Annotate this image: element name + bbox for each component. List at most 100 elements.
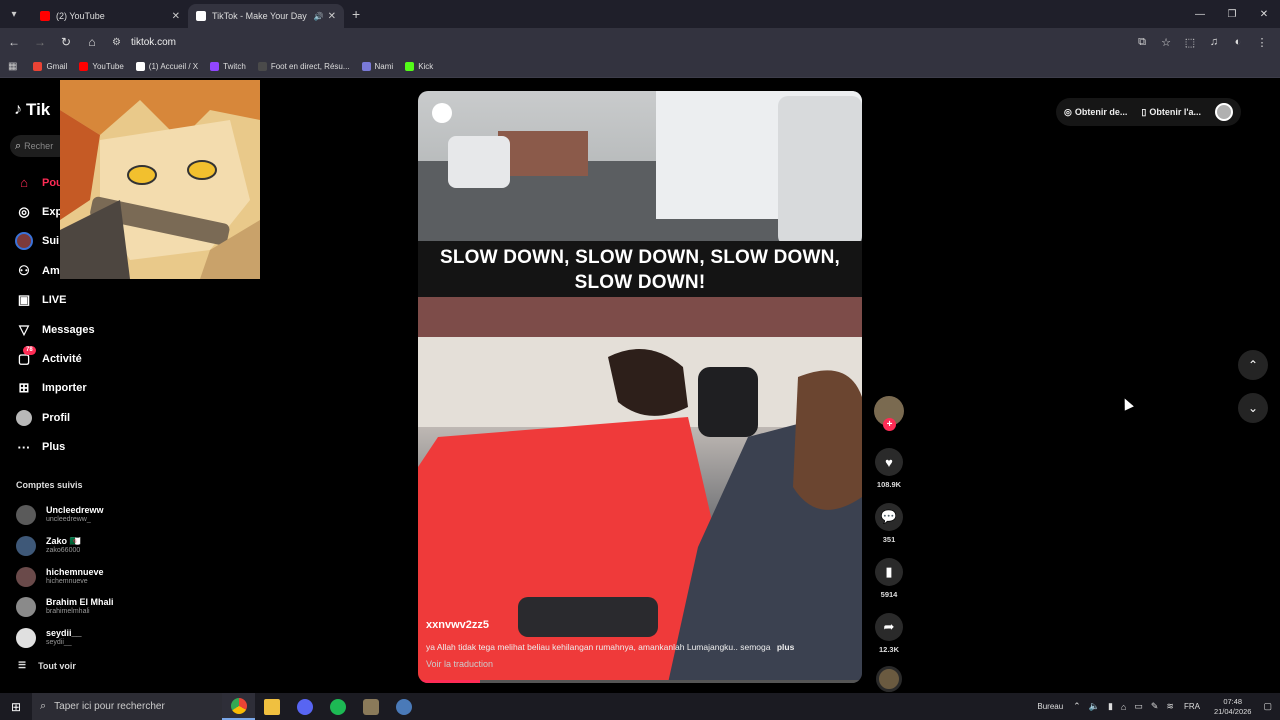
speaker-icon[interactable]: 🔊 [314, 12, 324, 21]
taskbar-spotify-icon[interactable] [321, 693, 354, 720]
video-progress-bar[interactable] [418, 680, 862, 683]
followed-account[interactable]: Uncleedreww uncleedreww_ [16, 500, 166, 531]
share-icon[interactable]: ➦ [875, 613, 903, 641]
x-icon [135, 62, 145, 71]
chevron-down-icon: ⌄ [1247, 401, 1259, 415]
see-all-button[interactable]: ☰ Tout voir [18, 660, 76, 671]
volume-icon[interactable]: 🔈 [1089, 701, 1100, 712]
translate-link[interactable]: Voir la traduction [426, 659, 493, 669]
taskbar-explorer-icon[interactable] [255, 693, 288, 720]
bookmark-twitch[interactable]: Twitch [210, 62, 246, 71]
followed-account[interactable]: Zako 🇩🇿 zako66000 [16, 531, 166, 562]
tab-search-icon[interactable]: ▾ [4, 4, 24, 24]
close-tab-icon[interactable]: ✕ [172, 11, 180, 22]
sidebar-item-importer[interactable]: ⊞ Importer [14, 374, 164, 403]
get-coins-label: Obtenir de... [1074, 107, 1128, 117]
followed-account[interactable]: hichemnueve hichemnueve [16, 561, 166, 592]
profile-icon[interactable]: ◐ [1226, 36, 1250, 48]
comment-action[interactable]: 💬 351 [872, 503, 906, 544]
back-icon[interactable]: ← [2, 30, 26, 54]
comment-count: 351 [882, 535, 896, 544]
like-count: 108.9K [876, 480, 902, 489]
bookmark-label: (1) Accueil / X [148, 62, 199, 71]
video-player[interactable]: SLOW DOWN, SLOW DOWN, SLOW DOWN, SLOW DO… [418, 91, 862, 683]
bookmark-label: Foot en direct, Résu... [270, 62, 350, 71]
extensions-icon[interactable]: ⬚ [1178, 36, 1202, 49]
taskbar-chrome-icon[interactable] [222, 693, 255, 720]
sidebar-item-live[interactable]: ▣ LIVE [14, 286, 164, 315]
install-app-icon[interactable]: ⧉ [1130, 36, 1154, 49]
bookmark-youtube[interactable]: YouTube [79, 62, 124, 71]
more-button[interactable]: plus [777, 642, 794, 652]
get-coins-button[interactable]: ◎ Obtenir de... [1064, 107, 1127, 118]
video-caption: SLOW DOWN, SLOW DOWN, SLOW DOWN, SLOW DO… [439, 247, 841, 293]
like-action[interactable]: ♥ 108.9K [872, 448, 906, 489]
see-all-label: Tout voir [38, 660, 76, 671]
pen-icon[interactable]: ✎ [1151, 701, 1159, 712]
site-info-icon[interactable]: ⚙ [112, 37, 121, 48]
tab-title: TikTok - Make Your Day [212, 11, 307, 21]
followed-account[interactable]: seydii__ seydii__ [16, 623, 166, 654]
taskbar-steam-icon[interactable] [387, 693, 420, 720]
notification-badge: 78 [23, 346, 36, 356]
tiktok-note-icon: ♪ [14, 101, 22, 118]
phone-icon: ▯ [1141, 106, 1147, 117]
wifi-icon[interactable]: ≋ [1166, 701, 1174, 712]
notification-icon[interactable]: ▢ [1263, 701, 1272, 712]
user-avatar[interactable] [1214, 103, 1233, 121]
followed-account[interactable]: Brahim El Mhali brahimelmhali [16, 592, 166, 623]
bookmark-star-icon[interactable]: ☆ [1154, 36, 1178, 49]
video-username[interactable]: xxnvwv2zz5 [426, 619, 489, 631]
windows-start-icon[interactable]: ⊞ [0, 693, 32, 720]
sidebar-item-activite[interactable]: ▢ 78 Activité [14, 344, 164, 373]
network-icon[interactable]: ⌂ [1121, 702, 1126, 712]
forward-icon[interactable]: → [28, 30, 52, 54]
bookmark-gmail[interactable]: Gmail [33, 62, 67, 71]
tab-tiktok[interactable]: TikTok - Make Your Day 🔊 ✕ [188, 4, 344, 28]
restore-button[interactable]: ❐ [1216, 0, 1248, 28]
bookmark-foot[interactable]: Foot en direct, Résu... [257, 62, 350, 71]
bookmark-icon[interactable]: ▮ [875, 558, 903, 586]
close-window-button[interactable]: ✕ [1248, 0, 1280, 28]
scroll-up-button[interactable]: ⌃ [1238, 350, 1268, 380]
display-icon[interactable]: ▭ [1134, 701, 1143, 712]
desktop-label[interactable]: Bureau [1037, 702, 1063, 711]
share-action[interactable]: ➦ 12.3K [872, 613, 906, 654]
reload-icon[interactable]: ↻ [54, 30, 78, 54]
video-description: ya Allah tidak tega melihat beliau kehil… [426, 642, 856, 652]
comment-icon[interactable]: 💬 [875, 503, 903, 531]
taskbar-discord-icon[interactable] [288, 693, 321, 720]
address-bar[interactable]: ⚙ tiktok.com [112, 31, 1122, 53]
sidebar-item-plus[interactable]: ··· Plus [14, 433, 164, 462]
mic-icon[interactable]: ▮ [1108, 701, 1113, 712]
sidebar-item-messages[interactable]: ▽ Messages [14, 315, 164, 344]
save-action[interactable]: ▮ 5914 [872, 558, 906, 599]
home-icon[interactable]: ⌂ [80, 30, 104, 54]
heart-icon[interactable]: ♥ [875, 448, 903, 476]
new-tab-button[interactable]: + [352, 6, 360, 22]
menu-icon[interactable]: ⋮ [1250, 36, 1274, 49]
creator-avatar[interactable]: + [874, 396, 904, 431]
music-disc-icon[interactable] [876, 666, 902, 692]
clock[interactable]: 07:48 21/04/2026 [1214, 697, 1252, 717]
taskbar-game-icon[interactable] [354, 693, 387, 720]
tray-expand-icon[interactable]: ⌃ [1073, 701, 1081, 712]
tab-youtube[interactable]: (2) YouTube ✕ [32, 4, 188, 28]
save-count: 5914 [880, 590, 898, 599]
minimize-button[interactable]: — [1184, 0, 1216, 28]
apps-grid-icon[interactable]: ▦ [8, 61, 17, 72]
close-tab-icon[interactable]: ✕ [328, 11, 336, 22]
scroll-down-button[interactable]: ⌄ [1238, 393, 1268, 423]
sidebar-item-label: Am [42, 264, 60, 277]
bookmark-nami[interactable]: Nami [361, 62, 393, 71]
tiktok-logo[interactable]: ♪ Tik [14, 100, 50, 120]
taskbar-search-input[interactable]: ⌕ Taper ici pour rechercher [32, 693, 222, 720]
bookmark-x[interactable]: (1) Accueil / X [135, 62, 199, 71]
media-control-icon[interactable]: ♫ [1202, 36, 1226, 48]
follow-plus-icon[interactable]: + [883, 418, 896, 431]
get-app-button[interactable]: ▯ Obtenir l'a... [1141, 107, 1201, 118]
bookmark-kick[interactable]: Kick [405, 62, 433, 71]
sidebar-item-label: Importer [42, 382, 87, 395]
language-indicator[interactable]: FRA [1184, 702, 1200, 711]
sidebar-item-profil[interactable]: Profil [14, 403, 164, 432]
